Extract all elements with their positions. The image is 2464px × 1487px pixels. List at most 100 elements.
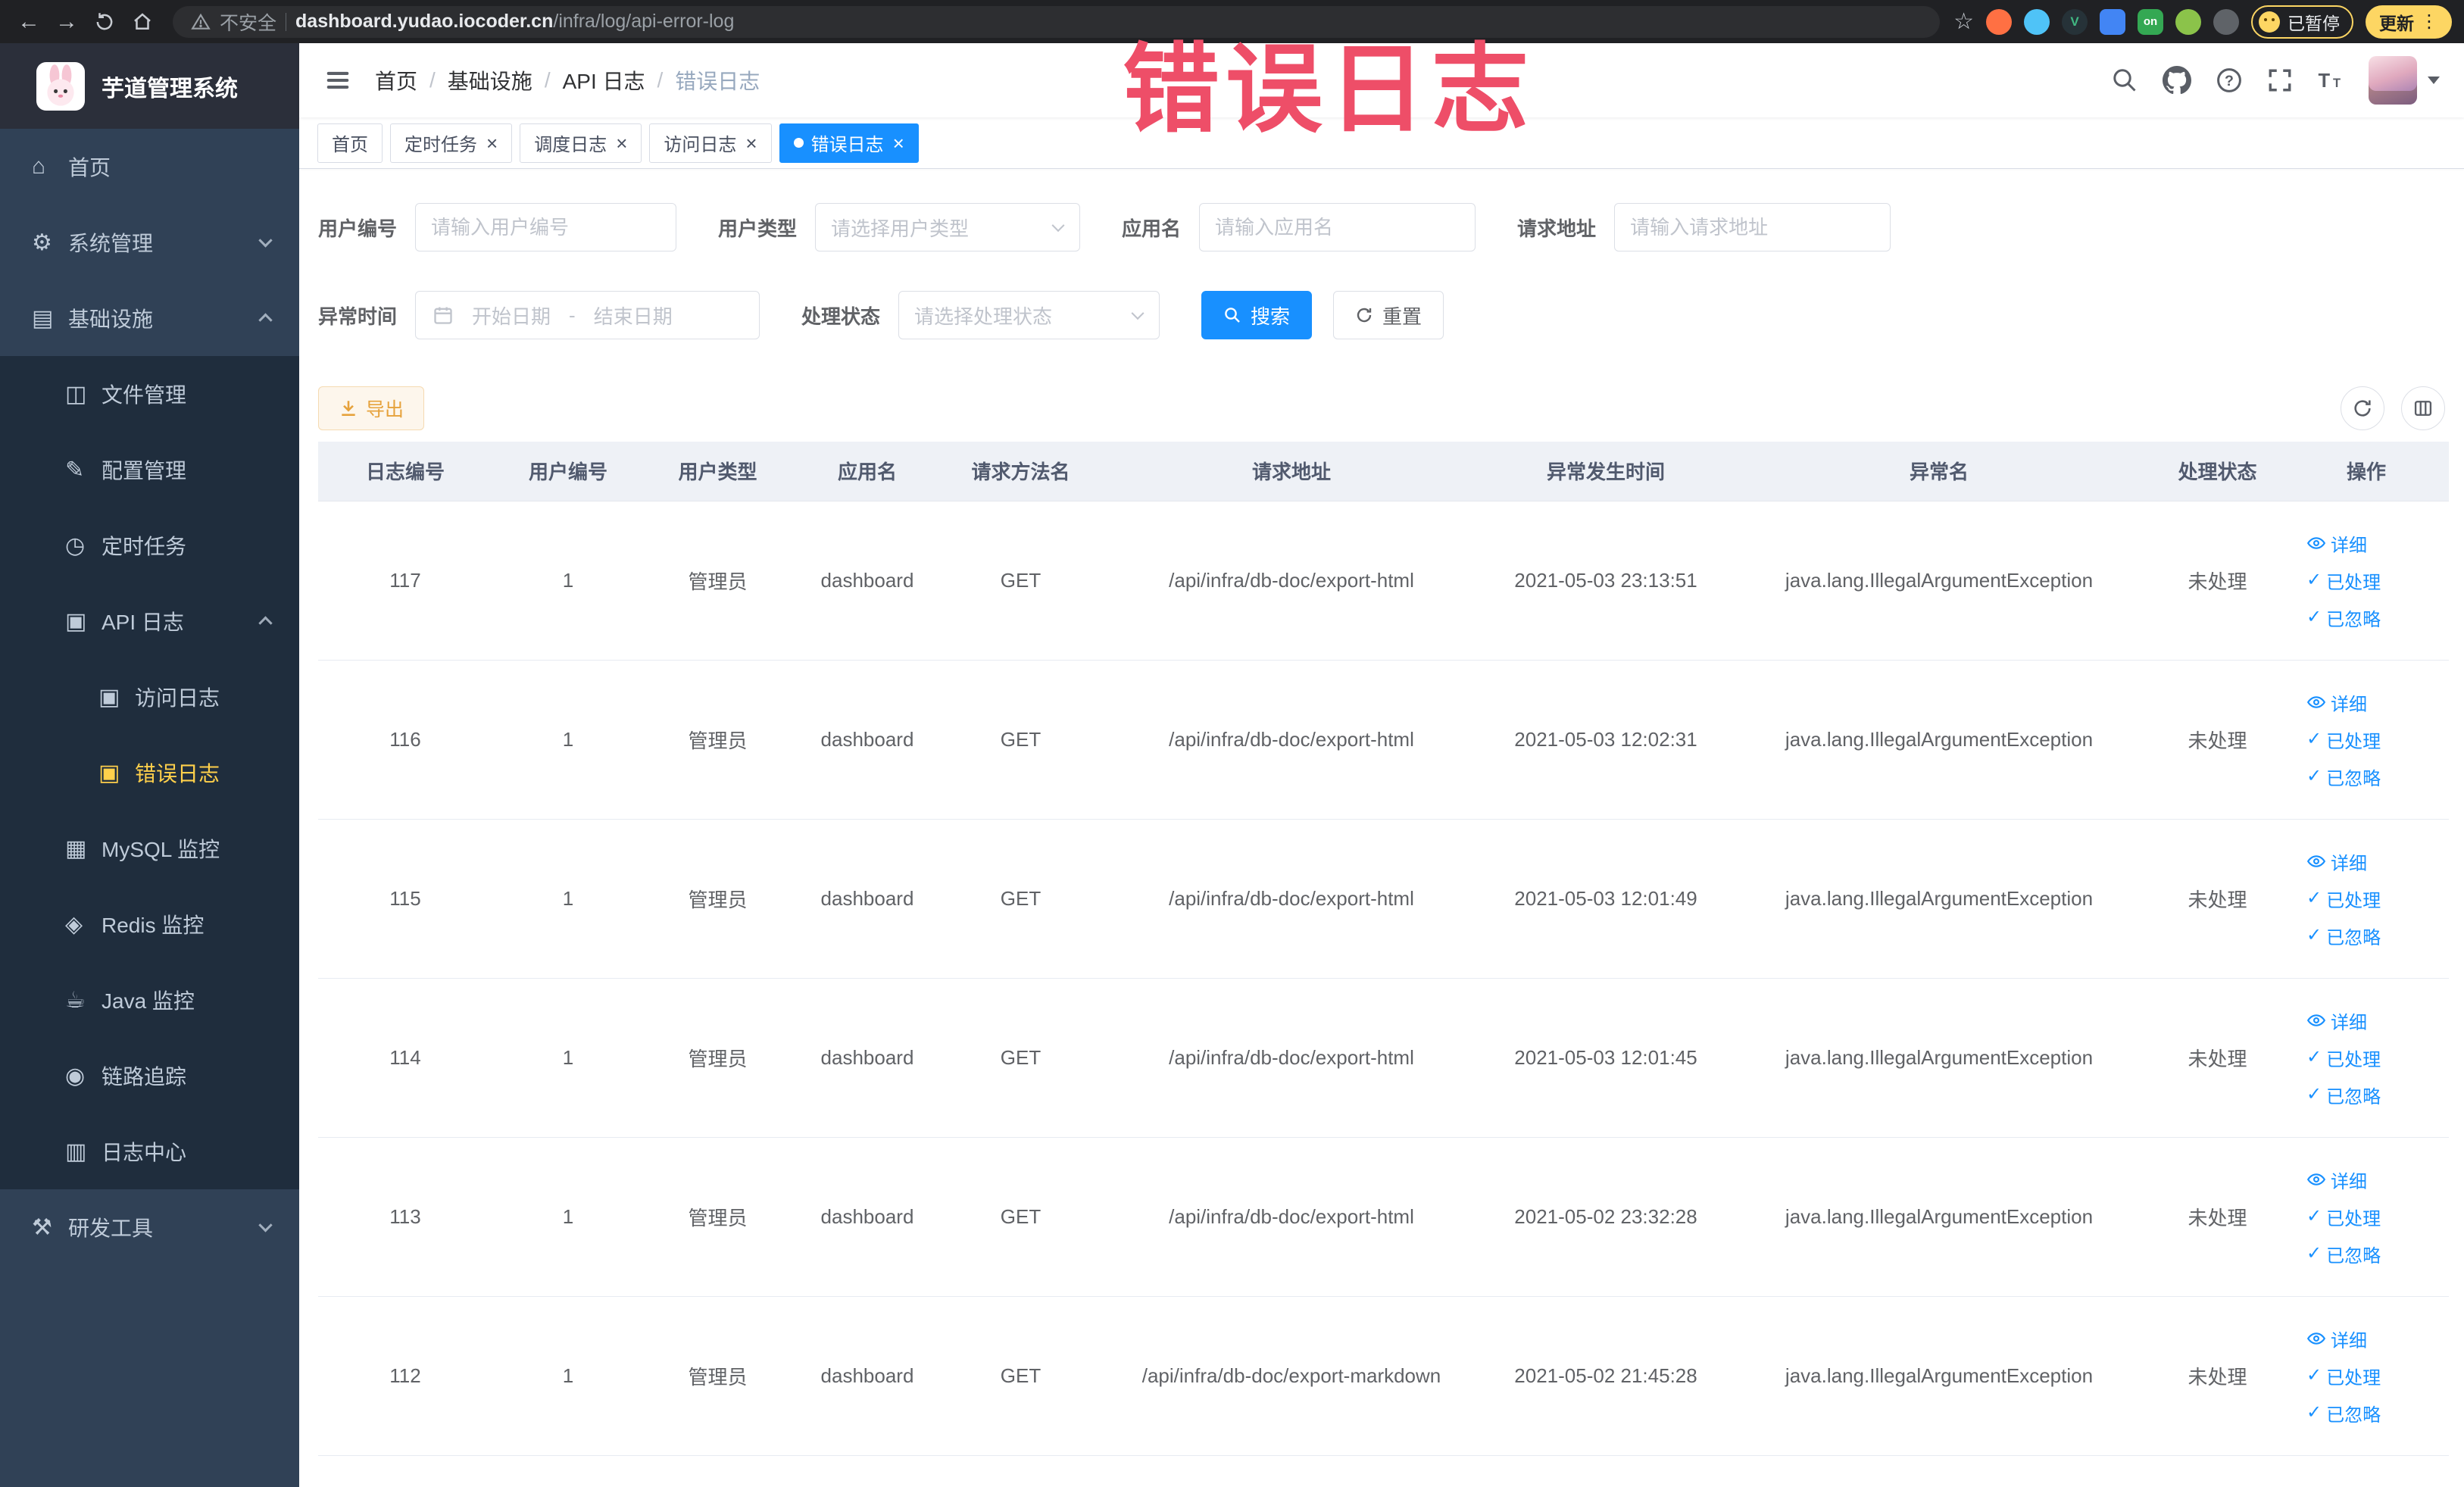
calendar-icon — [433, 305, 454, 326]
sidebar-toggle-button[interactable] — [323, 66, 352, 95]
mark-processed-link[interactable]: ✓ 已处理 — [2306, 726, 2381, 753]
font-size-icon[interactable]: TT — [2317, 67, 2344, 94]
user-type-select[interactable]: 请选择用户类型 — [815, 203, 1081, 251]
cell-user-id: 1 — [492, 660, 644, 820]
cell-status: 未处理 — [2151, 1137, 2284, 1297]
tab-scheduled-tasks[interactable]: 定时任务 × — [390, 123, 513, 163]
github-icon[interactable] — [2163, 66, 2191, 95]
mark-processed-link[interactable]: ✓ 已处理 — [2306, 1204, 2381, 1230]
sidebar-item-dev-tools[interactable]: ⚒ 研发工具 — [0, 1189, 299, 1265]
app-name-input[interactable] — [1199, 203, 1476, 251]
sidebar-item-link-tracing[interactable]: ◉ 链路追踪 — [0, 1038, 299, 1114]
navbar-actions: ? TT — [2111, 56, 2440, 105]
mark-processed-link[interactable]: ✓ 已处理 — [2306, 1045, 2381, 1071]
sidebar-item-java-monitor[interactable]: ☕ Java 监控 — [0, 962, 299, 1038]
back-button[interactable]: ← — [12, 5, 45, 39]
sidebar-item-access-log[interactable]: ▣ 访问日志 — [0, 659, 299, 735]
reset-button-label: 重置 — [1382, 305, 1422, 328]
help-icon[interactable]: ? — [2216, 67, 2243, 94]
check-icon: ✓ — [2306, 1084, 2322, 1104]
filter-form: 用户编号 用户类型 请选择用户类型 应用名 — [318, 203, 2445, 339]
request-url-input[interactable] — [1614, 203, 1891, 251]
date-range-picker[interactable]: 开始日期 - 结束日期 — [415, 291, 760, 339]
tab-label: 调度日志 — [534, 135, 607, 155]
extension-icon[interactable] — [1986, 8, 2012, 35]
close-icon[interactable]: × — [616, 133, 627, 153]
extension-on-badge[interactable]: on — [2138, 8, 2163, 35]
sidebar-item-error-log[interactable]: ▣ 错误日志 — [0, 735, 299, 811]
detail-link[interactable]: 详细 — [2306, 530, 2367, 557]
detail-link[interactable]: 详细 — [2306, 1326, 2367, 1352]
forward-button[interactable]: → — [50, 5, 83, 39]
mark-processed-link[interactable]: ✓ 已处理 — [2306, 567, 2381, 594]
user-menu[interactable] — [2369, 56, 2440, 105]
mark-ignored-link[interactable]: ✓ 已忽略 — [2306, 1400, 2381, 1426]
mark-ignored-link[interactable]: ✓ 已忽略 — [2306, 1241, 2381, 1267]
close-icon[interactable]: × — [486, 133, 498, 153]
extension-icon[interactable] — [2024, 8, 2050, 35]
cell-method: GET — [943, 501, 1098, 661]
filter-label: 异常时间 — [318, 305, 398, 328]
bookmark-star-icon[interactable]: ☆ — [1953, 8, 1974, 35]
mark-ignored-link[interactable]: ✓ 已忽略 — [2306, 923, 2381, 949]
reset-button[interactable]: 重置 — [1333, 291, 1444, 339]
check-icon: ✓ — [2306, 1047, 2322, 1067]
sidebar-item-label: Java 监控 — [101, 989, 195, 1013]
breadcrumb-item[interactable]: 首页 — [375, 65, 417, 95]
filter-exception-time: 异常时间 开始日期 - 结束日期 — [318, 291, 760, 339]
close-icon[interactable]: × — [893, 133, 904, 153]
search-icon[interactable] — [2111, 67, 2138, 94]
cell-url: /api/infra/db-doc/export-html — [1098, 1137, 1485, 1297]
sidebar-item-redis-monitor[interactable]: ◈ Redis 监控 — [0, 886, 299, 962]
url-host: dashboard.yudao.iocoder.cn — [295, 11, 554, 32]
check-icon: ✓ — [2306, 925, 2322, 945]
export-button[interactable]: 导出 — [318, 386, 425, 430]
breadcrumb-item[interactable]: 基础设施 — [448, 65, 532, 95]
sidebar-item-file-management[interactable]: ◫ 文件管理 — [0, 356, 299, 432]
mark-ignored-link[interactable]: ✓ 已忽略 — [2306, 1082, 2381, 1108]
mark-processed-link[interactable]: ✓ 已处理 — [2306, 1363, 2381, 1389]
sidebar-item-api-logs[interactable]: ▣ API 日志 — [0, 583, 299, 659]
extension-icon[interactable] — [2100, 8, 2125, 35]
eye-icon — [2306, 537, 2326, 549]
home-button[interactable] — [126, 5, 159, 39]
column-settings-button[interactable] — [2401, 386, 2445, 430]
vue-devtools-extension-icon[interactable]: V — [2062, 8, 2088, 35]
detail-link[interactable]: 详细 — [2306, 1167, 2367, 1193]
browser-update-button[interactable]: 更新 ⋮ — [2366, 5, 2452, 39]
sidebar-item-config-management[interactable]: ✎ 配置管理 — [0, 432, 299, 508]
detail-link[interactable]: 详细 — [2306, 689, 2367, 716]
mark-processed-link[interactable]: ✓ 已处理 — [2306, 886, 2381, 912]
check-icon: ✓ — [2306, 1402, 2322, 1423]
tab-schedule-log[interactable]: 调度日志 × — [520, 123, 642, 163]
search-button[interactable]: 搜索 — [1201, 291, 1313, 339]
user-id-input[interactable] — [415, 203, 677, 251]
fullscreen-icon[interactable] — [2267, 67, 2293, 93]
breadcrumb-item[interactable]: API 日志 — [563, 65, 645, 95]
sidebar-item-log-center[interactable]: ▥ 日志中心 — [0, 1114, 299, 1189]
detail-link[interactable]: 详细 — [2306, 1007, 2367, 1034]
sidebar-item-system-management[interactable]: ⚙ 系统管理 — [0, 205, 299, 280]
tab-access-log[interactable]: 访问日志 × — [649, 123, 772, 163]
refresh-table-button[interactable] — [2341, 386, 2384, 430]
cell-actions: 详细 ✓ 已处理 ✓ 已忽略 — [2284, 819, 2449, 979]
extension-icon[interactable] — [2213, 8, 2239, 35]
reload-button[interactable] — [88, 5, 121, 39]
extension-icon[interactable] — [2175, 8, 2201, 35]
close-icon[interactable]: × — [745, 133, 757, 153]
cell-time: 2021-05-02 21:45:28 — [1485, 1296, 1727, 1456]
process-status-select[interactable]: 请选择处理状态 — [898, 291, 1160, 339]
sidebar-item-scheduled-tasks[interactable]: ◷ 定时任务 — [0, 508, 299, 583]
paused-extension-badge[interactable]: 已暂停 — [2251, 5, 2353, 39]
address-bar[interactable]: 不安全 dashboard.yudao.iocoder.cn/infra/log… — [173, 5, 1941, 38]
mark-ignored-link[interactable]: ✓ 已忽略 — [2306, 604, 2381, 631]
tab-error-log[interactable]: 错误日志 × — [779, 123, 919, 163]
app-logo[interactable]: 芋道管理系统 — [0, 43, 299, 129]
sidebar-item-mysql-monitor[interactable]: ▦ MySQL 监控 — [0, 811, 299, 886]
sidebar-item-home[interactable]: ⌂ 首页 — [0, 129, 299, 205]
tab-home[interactable]: 首页 — [317, 123, 383, 163]
sidebar-item-infrastructure[interactable]: ▤ 基础设施 — [0, 280, 299, 356]
api-log-icon: ▣ — [65, 608, 87, 634]
mark-ignored-link[interactable]: ✓ 已忽略 — [2306, 764, 2381, 790]
detail-link[interactable]: 详细 — [2306, 848, 2367, 875]
